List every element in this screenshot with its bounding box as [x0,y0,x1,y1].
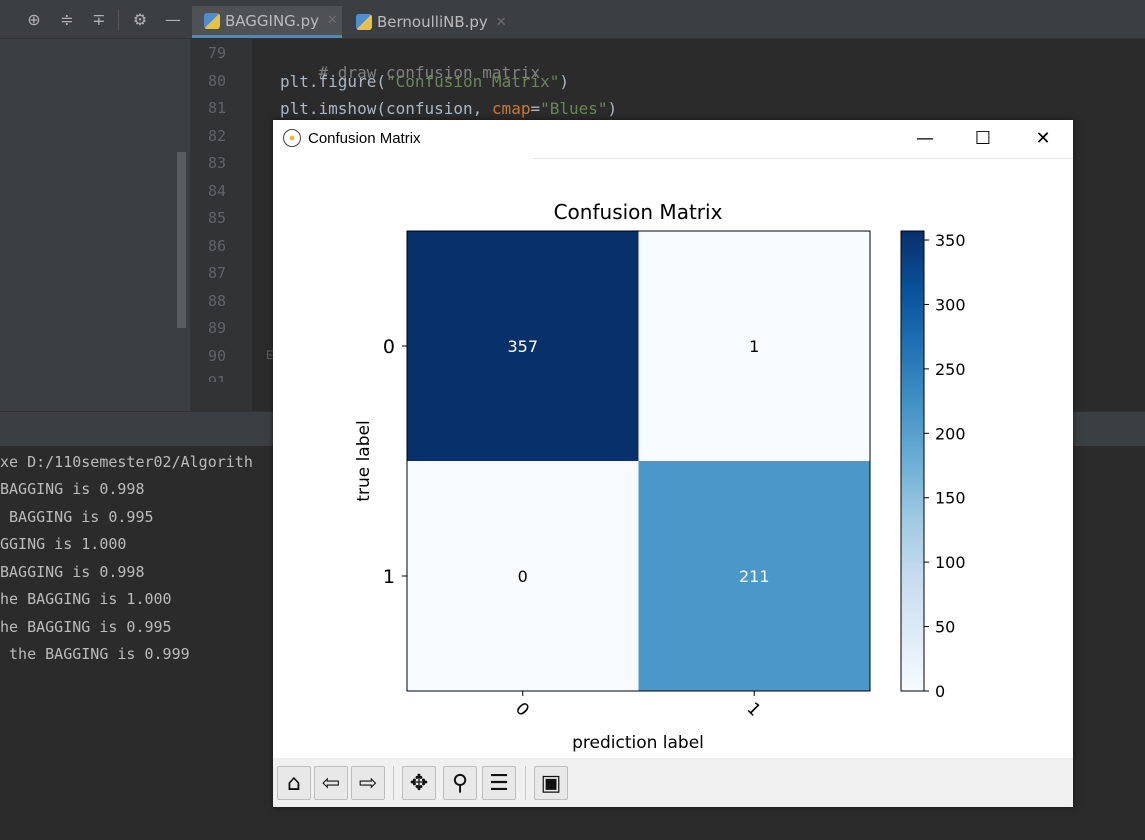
close-icon[interactable]: ✕ [1028,126,1058,152]
y-axis-label: true label [354,420,374,501]
code-line-81: plt.imshow(confusion, cmap="Blues") [280,99,618,118]
project-panel [0,39,190,411]
toolbar-separator [393,766,394,800]
minimize-icon[interactable]: — [163,10,183,30]
home-icon[interactable]: ⌂ [277,766,311,800]
line-number: 87 [207,264,226,282]
configure-subplots-icon[interactable]: ☰ [482,766,516,800]
expand-all-icon[interactable]: ≑ [57,10,77,30]
colorbar-tick-label: 150 [935,489,966,508]
tab-bagging[interactable]: BAGGING.py ✕ [192,6,342,38]
chart-title: Confusion Matrix [554,200,723,224]
confusion-matrix-chart: Confusion Matrix 357 10 211 01 01 predicti… [354,200,966,753]
pan-icon[interactable]: ✥ [402,766,436,800]
minimize-icon[interactable]: — [910,126,940,152]
figure-toolbar: ⌂ ⇦ ⇨ ✥ ⚲ ☰ ▣ [273,758,1073,807]
line-number: 91 [207,373,226,382]
colorbar [900,230,925,692]
line-number: 80 [207,72,226,90]
tab-bernoullinb[interactable]: BernoulliNB.py ✕ [344,6,514,38]
line-number: 84 [207,182,226,200]
output-line: the BAGGING is 0.999 [0,645,190,663]
cell-value-label: 357 [507,337,538,356]
maximize-icon[interactable]: ☐ [968,126,998,152]
tab-label: BAGGING.py [225,11,319,30]
zoom-icon[interactable]: ⚲ [443,766,477,800]
cell-value-label: 1 [749,337,759,356]
heatmap-cells: 357 1 0 211 [407,231,870,691]
cell-value-label: 0 [518,567,528,586]
y-tick-label: 0 [383,336,395,358]
back-icon[interactable]: ⇦ [314,766,348,800]
line-number: 81 [207,99,226,117]
figure-window: Confusion Matrix — ☐ ✕ Confusion Matrix … [273,120,1073,807]
line-number: 83 [207,154,226,172]
line-number: 89 [207,319,226,337]
output-line: BAGGING is 0.998 [0,480,145,498]
tab-label: BernoulliNB.py [377,13,488,31]
forward-icon[interactable]: ⇨ [351,766,385,800]
line-number: 86 [207,237,226,255]
output-line: BAGGING is 0.998 [0,563,145,581]
line-number: 85 [207,209,226,227]
crosshair-icon[interactable]: ⊕ [24,10,44,30]
output-line: GGING is 1.000 [0,535,127,553]
gear-icon[interactable]: ⚙ [130,10,150,30]
window-title: Confusion Matrix [308,130,421,147]
python-file-icon [356,14,372,30]
matplotlib-logo-icon [283,129,301,147]
close-tab-icon[interactable]: ✕ [327,13,338,28]
output-line: he BAGGING is 0.995 [0,618,172,636]
output-line: he BAGGING is 1.000 [0,590,172,608]
colorbar-tick-label: 100 [935,553,966,572]
line-number: 79 [207,44,226,62]
collapse-all-icon[interactable]: ∓ [89,10,109,30]
ide-top-bar: ⊕ ≑ ∓ ⚙ — BAGGING.py ✕ BernoulliNB.py ✕ [0,0,1145,39]
line-number: 82 [207,127,226,145]
x-ticks: 01 [511,691,764,721]
panel-scrollbar[interactable] [177,152,186,328]
output-line: xe D:/110semester02/Algorith [0,453,253,471]
colorbar-tick-label: 250 [935,360,966,379]
line-number: 88 [207,292,226,310]
x-tick-label: 0 [511,699,533,721]
colorbar-tick-label: 200 [935,424,966,443]
y-ticks: 01 [383,336,407,588]
x-axis-label: prediction label [572,733,704,753]
toolbar-separator [525,766,526,800]
output-line: BAGGING is 0.995 [0,508,154,526]
cell-value-label: 211 [739,567,770,586]
colorbar-tick-label: 0 [935,682,945,701]
colorbar-tick-label: 350 [935,231,966,250]
line-number: 90 [207,347,226,365]
window-title-bar[interactable]: Confusion Matrix — ☐ ✕ [273,120,1073,158]
colorbar-tick-label: 300 [935,295,966,314]
save-icon[interactable]: ▣ [534,766,568,800]
python-file-icon [204,12,220,29]
toolbar-divider [118,10,119,30]
y-tick-label: 1 [383,566,395,588]
close-tab-icon[interactable]: ✕ [496,15,507,30]
code-line-80: plt.figure("Confusion Matrix") [280,72,569,91]
colorbar-ticks: 0 50 100 150 200 250 300 350 [924,231,966,701]
x-tick-label: 1 [743,699,765,721]
colorbar-tick-label: 50 [935,618,955,637]
